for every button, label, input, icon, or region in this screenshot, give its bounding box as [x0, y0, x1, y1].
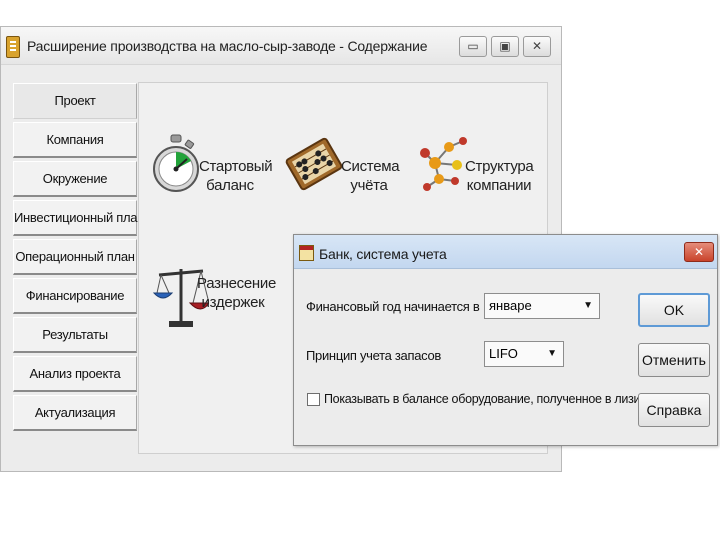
fiscal-year-select[interactable]: январе ▼ — [484, 293, 600, 319]
lease-equipment-label[interactable]: Показывать в балансе оборудование, получ… — [324, 392, 651, 406]
tab-company[interactable]: Компания — [13, 122, 137, 158]
cost-allocation-label[interactable]: Разнесение издержек — [197, 274, 276, 312]
main-titlebar[interactable]: Расширение производства на масло-сыр-зав… — [1, 27, 561, 65]
accounting-system-label[interactable]: Система учёта — [341, 157, 400, 195]
maximize-button[interactable]: ▣ — [491, 36, 519, 57]
cancel-button[interactable]: Отменить — [638, 343, 710, 377]
dropdown-arrow-icon: ▼ — [583, 300, 593, 311]
dialog-close-button[interactable]: ✕ — [684, 242, 714, 262]
tab-project[interactable]: Проект — [13, 83, 137, 119]
fiscal-year-value: январе — [489, 298, 532, 313]
minimize-button[interactable]: ▭ — [459, 36, 487, 57]
company-structure-label[interactable]: Структура компании — [465, 157, 534, 195]
tab-investment-plan[interactable]: Инвестиционный план — [13, 200, 144, 236]
inventory-principle-select[interactable]: LIFO ▼ — [484, 341, 564, 367]
dialog-titlebar[interactable]: Банк, система учета ✕ — [294, 235, 717, 269]
help-button[interactable]: Справка — [638, 393, 710, 427]
tab-operational-plan[interactable]: Операционный план — [13, 239, 137, 275]
stopwatch-icon[interactable] — [151, 133, 201, 199]
fiscal-year-label: Финансовый год начинается в — [306, 299, 480, 314]
tab-project-analysis[interactable]: Анализ проекта — [13, 356, 137, 392]
tab-financing[interactable]: Финансирование — [13, 278, 137, 314]
tab-results[interactable]: Результаты — [13, 317, 137, 353]
ok-button[interactable]: OK — [638, 293, 710, 327]
start-balance-label[interactable]: Стартовый баланс — [199, 157, 273, 195]
calendar-icon — [299, 245, 314, 261]
dropdown-arrow-icon: ▼ — [547, 348, 557, 359]
close-button[interactable]: ✕ — [523, 36, 551, 57]
app-book-icon — [6, 36, 20, 58]
bank-accounting-dialog: Банк, система учета ✕ Финансовый год нач… — [293, 234, 718, 446]
dialog-title: Банк, система учета — [319, 246, 447, 262]
inventory-principle-value: LIFO — [489, 346, 518, 361]
inventory-principle-label: Принцип учета запасов — [306, 348, 442, 363]
window-title: Расширение производства на масло-сыр-зав… — [27, 38, 428, 54]
tab-actualization[interactable]: Актуализация — [13, 395, 137, 431]
abacus-icon[interactable] — [285, 135, 343, 193]
tab-environment[interactable]: Окружение — [13, 161, 137, 197]
lease-equipment-checkbox[interactable] — [307, 393, 320, 406]
